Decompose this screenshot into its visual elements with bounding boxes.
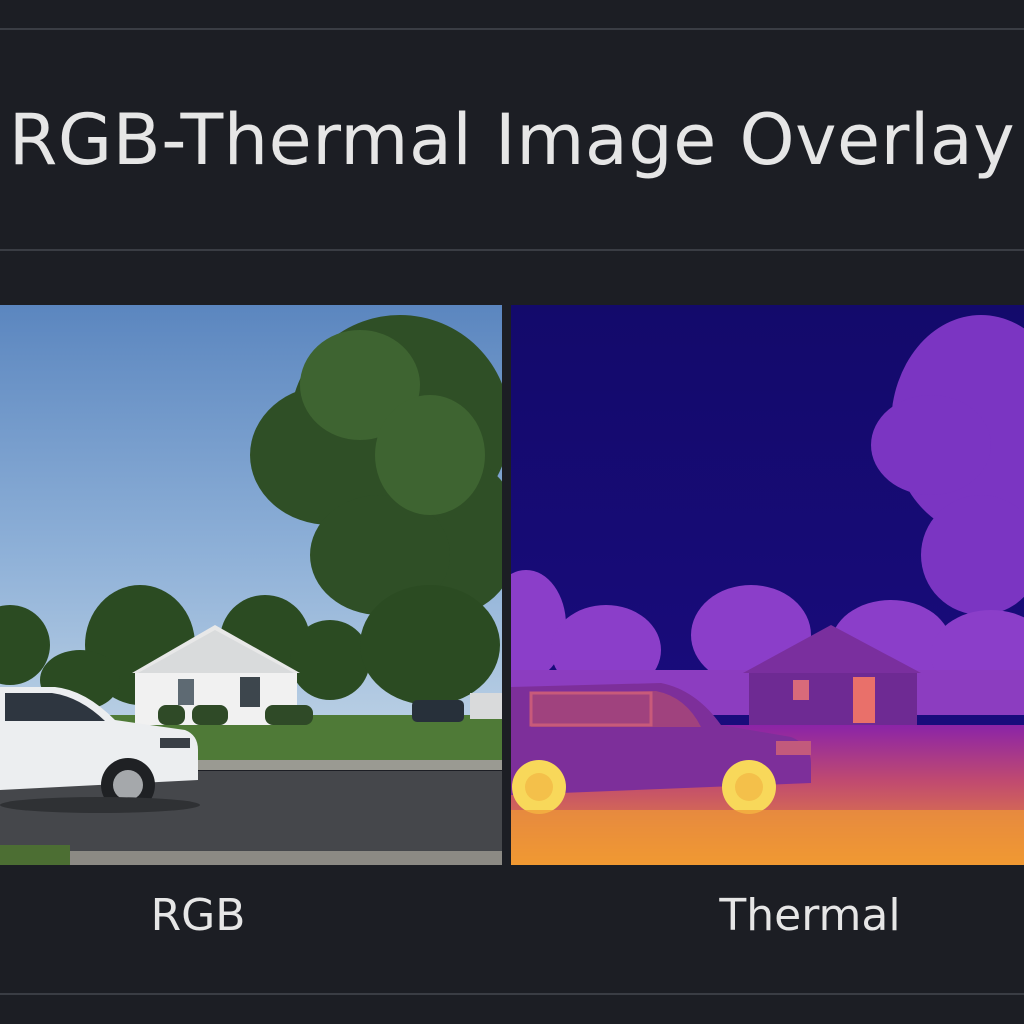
thermal-image bbox=[511, 305, 1024, 865]
rgb-image-panel bbox=[0, 305, 502, 865]
thermal-caption: Thermal bbox=[719, 889, 901, 941]
title-divider bbox=[0, 249, 1024, 251]
rgb-caption: RGB bbox=[150, 889, 246, 941]
thermal-image-panel bbox=[511, 305, 1024, 865]
bottom-divider bbox=[0, 993, 1024, 995]
rgb-image bbox=[0, 305, 502, 865]
page-title: RGB-Thermal Image Overlay bbox=[8, 99, 1016, 181]
